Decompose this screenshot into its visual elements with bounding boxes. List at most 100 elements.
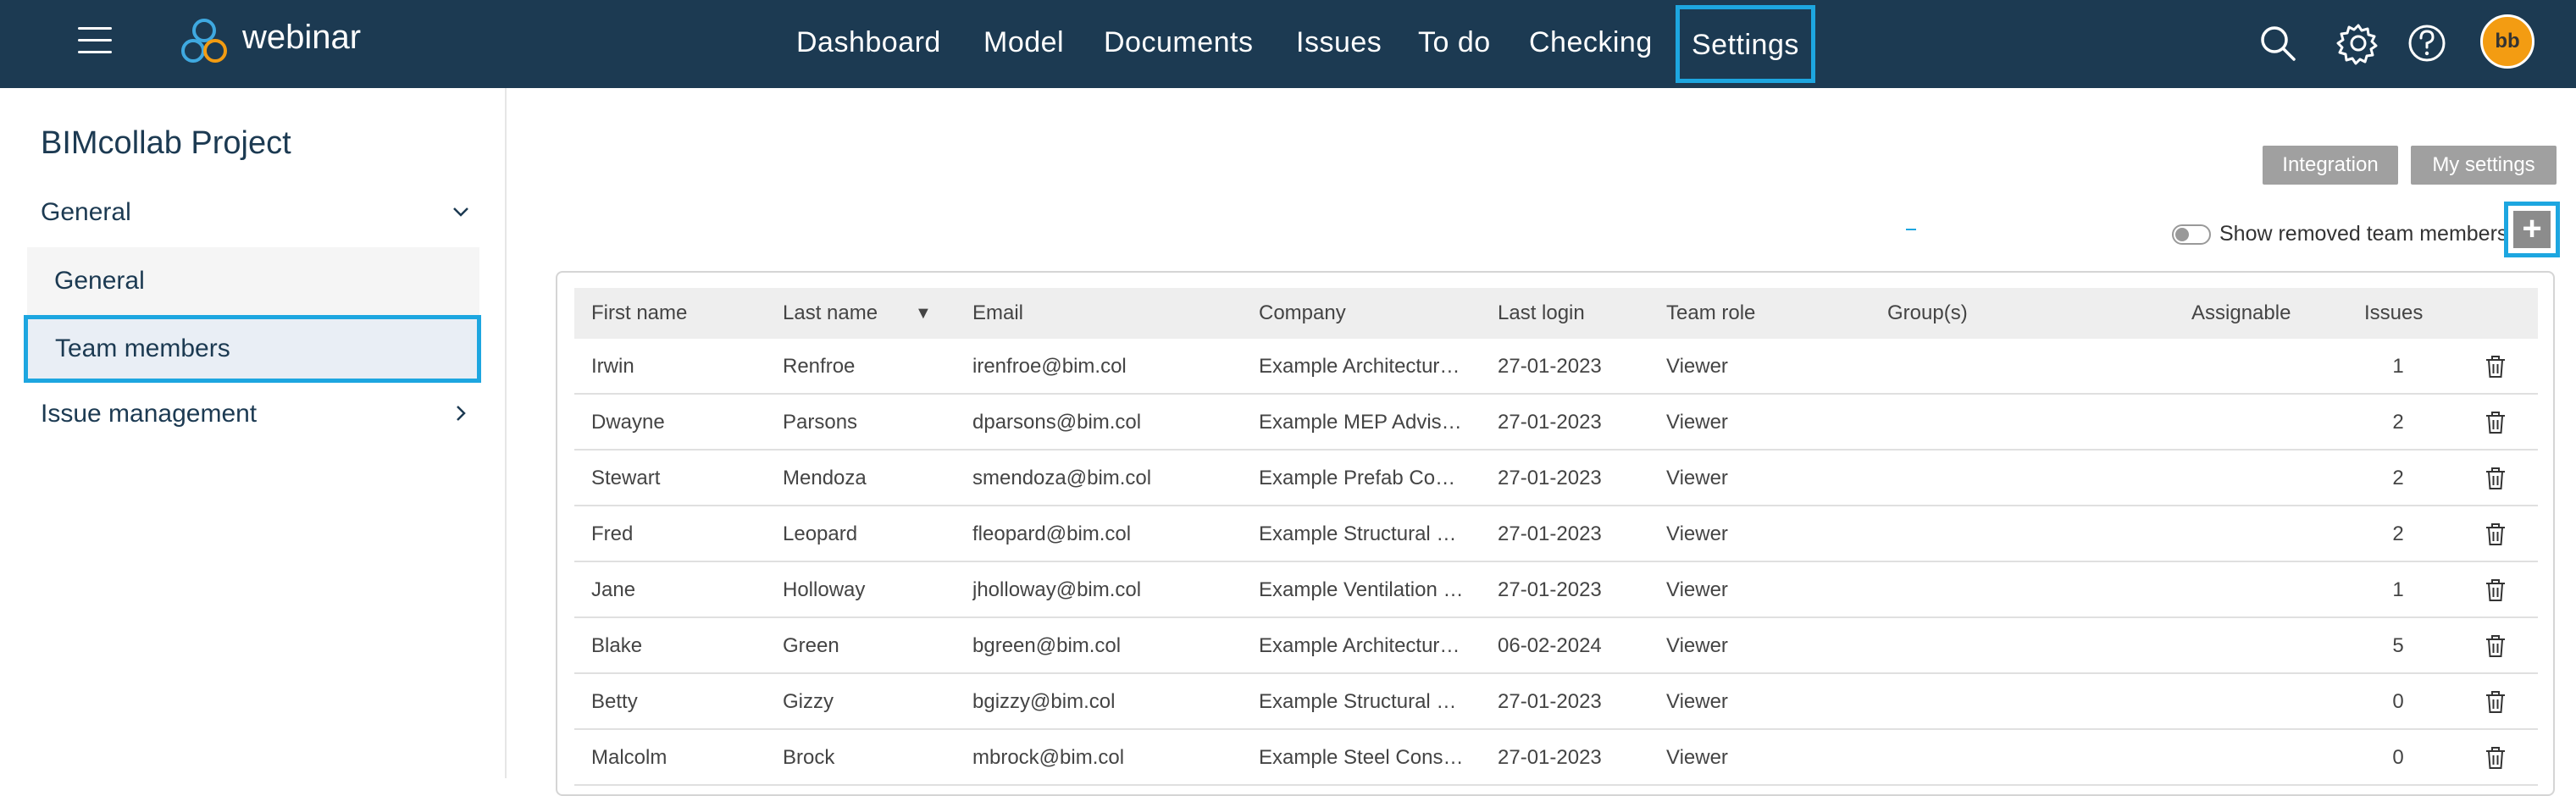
logo-icon (181, 19, 227, 63)
cell-team-role: Viewer (1666, 467, 1728, 489)
trash-icon[interactable] (2485, 411, 2506, 434)
cell-company: Example Ventilation … (1259, 578, 1464, 601)
table-row[interactable]: Blake Green bgreen@bim.col Example Architec… (574, 618, 2538, 674)
cell-email: smendoza@bim.col (972, 467, 1152, 489)
table-row[interactable]: Fred Leopard fleopard@bim.col Example Struc… (574, 506, 2538, 562)
gear-icon[interactable] (2334, 19, 2383, 68)
cell-last-name: Brock (783, 746, 835, 769)
cell-team-role: Viewer (1666, 522, 1728, 545)
cell-last-login: 27-01-2023 (1498, 690, 1602, 713)
trash-icon[interactable] (2485, 690, 2506, 714)
nav-settings[interactable]: Settings (1676, 5, 1815, 83)
cell-team-role: Viewer (1666, 355, 1728, 378)
sidebar-item-team-members[interactable]: Team members (24, 315, 481, 383)
cell-issues: 2 (2392, 522, 2404, 545)
column-email[interactable]: Email (972, 288, 1023, 339)
cell-last-login: 27-01-2023 (1498, 522, 1602, 545)
table-row[interactable]: Betty Gizzy bgizzy@bim.col Example Structur… (574, 674, 2538, 730)
cell-team-role: Viewer (1666, 690, 1728, 713)
cell-email: dparsons@bim.col (972, 411, 1142, 434)
help-icon[interactable] (2402, 19, 2451, 68)
cell-last-name: Parsons (783, 411, 858, 434)
trash-icon[interactable] (2485, 522, 2506, 546)
cell-team-role: Viewer (1666, 746, 1728, 769)
show-removed-label: Show removed team members (2219, 222, 2508, 246)
sidebar-section-issue-management[interactable]: Issue management (41, 400, 473, 428)
column-first-name[interactable]: First name (591, 288, 687, 339)
my-settings-button[interactable]: My settings (2411, 146, 2557, 185)
cell-first-name: Stewart (591, 467, 661, 489)
cell-issues: 2 (2392, 467, 2404, 489)
cell-last-name: Leopard (783, 522, 858, 545)
table-row[interactable]: Jane Holloway jholloway@bim.col Example Ven… (574, 562, 2538, 618)
top-bar: webinar Dashboard Model Documents Issues… (0, 0, 2576, 88)
sidebar: BIMcollab Project General General Team m… (0, 88, 507, 778)
trash-icon[interactable] (2485, 355, 2506, 379)
brand-name[interactable]: webinar (242, 19, 361, 57)
project-title: BIMcollab Project (41, 125, 291, 161)
divider (1906, 229, 1916, 230)
cell-last-login: 06-02-2024 (1498, 634, 1602, 657)
cell-issues: 0 (2392, 746, 2404, 769)
column-groups[interactable]: Group(s) (1887, 288, 1968, 339)
cell-company: Example Prefab Co… (1259, 467, 1456, 489)
cell-email: jholloway@bim.col (972, 578, 1142, 601)
cell-last-login: 27-01-2023 (1498, 746, 1602, 769)
trash-icon[interactable] (2485, 467, 2506, 490)
search-icon[interactable] (2253, 19, 2302, 68)
cell-company: Example Steel Cons… (1259, 746, 1464, 769)
cell-team-role: Viewer (1666, 634, 1728, 657)
avatar[interactable]: bb (2480, 14, 2534, 69)
cell-first-name: Betty (591, 690, 638, 713)
cell-first-name: Jane (591, 578, 636, 601)
show-removed-toggle[interactable] (2172, 224, 2211, 245)
column-issues[interactable]: Issues (2364, 288, 2423, 339)
cell-issues: 5 (2392, 634, 2404, 657)
cell-last-login: 27-01-2023 (1498, 578, 1602, 601)
add-team-member-button[interactable]: + (2504, 202, 2560, 257)
trash-icon[interactable] (2485, 578, 2506, 602)
table-row[interactable]: Malcolm Brock mbrock@bim.col Example Steel … (574, 730, 2538, 786)
nav-model[interactable]: Model (983, 0, 1064, 88)
cell-first-name: Irwin (591, 355, 634, 378)
sidebar-item-general[interactable]: General (27, 247, 479, 315)
chevron-right-icon (457, 406, 466, 421)
table-row[interactable]: Dwayne Parsons dparsons@bim.col Example MEP… (574, 395, 2538, 451)
cell-email: bgizzy@bim.col (972, 690, 1116, 713)
cell-issues: 1 (2392, 355, 2404, 378)
nav-todo[interactable]: To do (1418, 0, 1491, 88)
cell-issues: 2 (2392, 411, 2404, 434)
column-team-role[interactable]: Team role (1666, 288, 1755, 339)
column-assignable[interactable]: Assignable (2191, 288, 2291, 339)
trash-icon[interactable] (2485, 634, 2506, 658)
column-last-login[interactable]: Last login (1498, 288, 1585, 339)
cell-first-name: Blake (591, 634, 643, 657)
cell-company: Example Architectur… (1259, 634, 1460, 657)
integration-button[interactable]: Integration (2263, 146, 2398, 185)
cell-last-login: 27-01-2023 (1498, 411, 1602, 434)
cell-email: irenfroe@bim.col (972, 355, 1127, 378)
column-last-name[interactable]: Last name (783, 288, 878, 339)
cell-last-name: Renfroe (783, 355, 856, 378)
sidebar-section-issue-label: Issue management (41, 400, 258, 428)
chevron-down-icon (453, 207, 468, 217)
column-company[interactable]: Company (1259, 288, 1346, 339)
table-row[interactable]: Irwin Renfroe irenfroe@bim.col Example Arch… (574, 339, 2538, 395)
cell-company: Example MEP Advis… (1259, 411, 1462, 434)
table-row[interactable]: Stewart Mendoza smendoza@bim.col Example Pr… (574, 451, 2538, 506)
cell-email: bgreen@bim.col (972, 634, 1122, 657)
cell-first-name: Fred (591, 522, 634, 545)
nav-issues[interactable]: Issues (1296, 0, 1382, 88)
nav-dashboard[interactable]: Dashboard (796, 0, 941, 88)
nav-documents[interactable]: Documents (1104, 0, 1253, 88)
cell-last-name: Gizzy (783, 690, 834, 713)
sort-desc-icon[interactable]: ▼ (915, 288, 932, 339)
table-header: First name Last name ▼ Email Company Las… (574, 288, 2538, 339)
menu-icon[interactable] (78, 27, 112, 58)
cell-company: Example Structural … (1259, 690, 1457, 713)
cell-team-role: Viewer (1666, 578, 1728, 601)
trash-icon[interactable] (2485, 746, 2506, 770)
nav-checking[interactable]: Checking (1529, 0, 1653, 88)
cell-email: fleopard@bim.col (972, 522, 1132, 545)
sidebar-section-general[interactable]: General (41, 198, 473, 227)
